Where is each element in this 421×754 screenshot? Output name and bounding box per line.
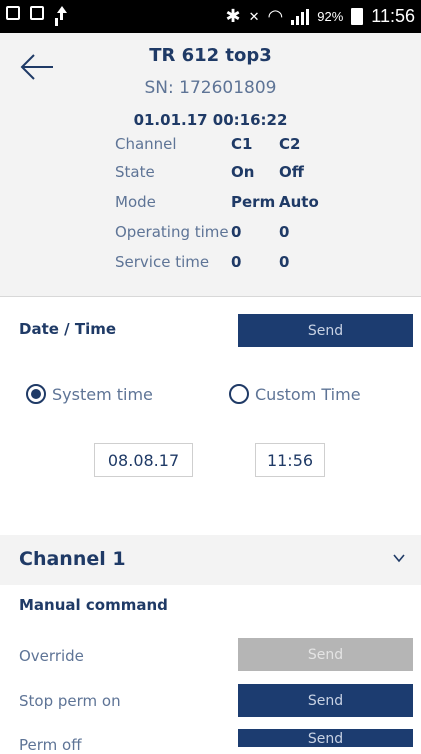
date-time-heading: Date / Time xyxy=(19,320,117,338)
battery-icon xyxy=(351,8,364,25)
info-value-c1: 0 xyxy=(231,253,242,271)
device-title: TR 612 top3 xyxy=(149,45,272,66)
device-header: TR 612 top3 SN: 172601809 01.01.17 00:16… xyxy=(0,33,421,297)
bluetooth-icon: ✱ xyxy=(225,6,241,26)
info-value-c2: Off xyxy=(279,163,304,181)
device-datetime: 01.01.17 00:16:22 xyxy=(133,111,288,129)
time-field[interactable]: 11:56 xyxy=(255,443,325,477)
info-label: Mode xyxy=(115,193,156,211)
info-label: Channel xyxy=(115,135,177,153)
perm-off-label: Perm off xyxy=(19,736,82,754)
custom-time-radio[interactable]: Custom Time xyxy=(229,384,361,404)
radio-unchecked-icon xyxy=(229,384,249,404)
mute-icon: ✕ xyxy=(248,8,260,24)
info-label: Operating time xyxy=(115,223,229,241)
info-value-c2: 0 xyxy=(279,253,290,271)
system-time-label: System time xyxy=(52,384,153,404)
status-bar: ✱ ✕ ◠ 92% 11:56 xyxy=(0,0,421,33)
signal-icon xyxy=(291,8,310,25)
screenshot-notification-icon xyxy=(30,6,44,20)
info-value-c2: 0 xyxy=(279,223,290,241)
info-value-c2: C2 xyxy=(279,135,301,153)
channel-1-header[interactable]: Channel 1 xyxy=(0,535,421,585)
stop-perm-on-label: Stop perm on xyxy=(19,692,121,710)
chevron-down-icon xyxy=(393,554,405,563)
stop-perm-on-send-button[interactable]: Send xyxy=(238,684,413,717)
system-time-radio[interactable]: System time xyxy=(26,384,153,404)
clock: 11:56 xyxy=(371,6,415,26)
date-time-send-button[interactable]: Send xyxy=(238,314,413,347)
info-value-c1: C1 xyxy=(231,135,253,153)
info-label: State xyxy=(115,163,155,181)
serial-number: SN: 172601809 xyxy=(144,78,277,98)
info-value-c2: Auto xyxy=(279,193,319,211)
manual-command-heading: Manual command xyxy=(19,596,168,614)
channel-title: Channel 1 xyxy=(19,548,126,570)
wifi-icon: ◠ xyxy=(267,6,284,26)
info-label: Service time xyxy=(115,253,210,271)
info-value-c1: 0 xyxy=(231,223,242,241)
custom-time-label: Custom Time xyxy=(255,384,361,404)
status-icons-right: ✱ ✕ ◠ 92% 11:56 xyxy=(226,6,415,27)
info-value-c1: On xyxy=(231,163,255,181)
radio-checked-icon xyxy=(26,384,46,404)
gallery-notification-icon xyxy=(6,6,20,20)
battery-percent: 92% xyxy=(317,9,344,24)
status-icons-left xyxy=(6,6,68,24)
override-label: Override xyxy=(19,647,84,665)
perm-off-send-button[interactable]: Send xyxy=(238,729,413,747)
info-value-c1: Perm xyxy=(231,193,276,211)
date-field[interactable]: 08.08.17 xyxy=(94,443,193,477)
upload-icon xyxy=(54,6,68,24)
override-send-button[interactable]: Send xyxy=(238,638,413,671)
